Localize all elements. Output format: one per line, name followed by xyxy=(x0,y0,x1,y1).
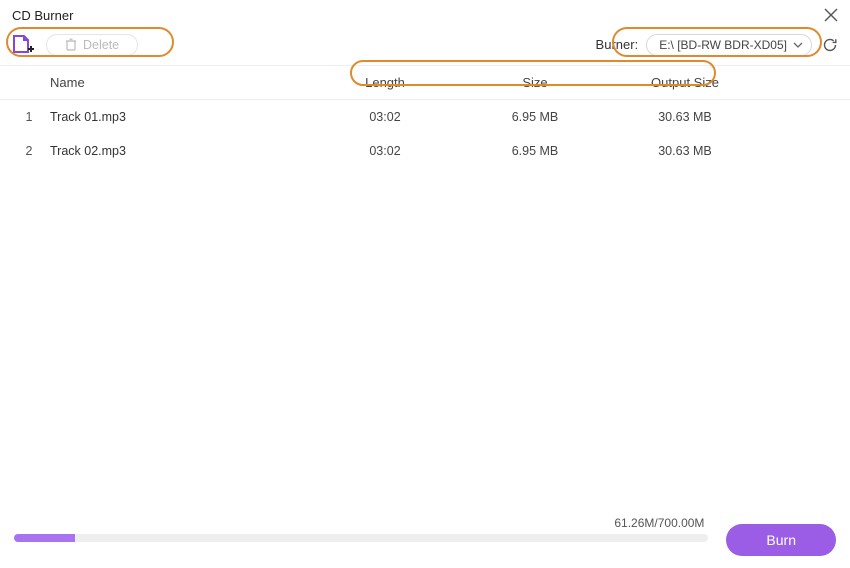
row-size: 6.95 MB xyxy=(460,110,610,124)
row-index: 1 xyxy=(8,110,50,124)
burner-select[interactable]: E:\ [BD-RW BDR-XD05] xyxy=(646,34,812,56)
header-length: Length xyxy=(310,75,460,90)
delete-button[interactable]: Delete xyxy=(46,34,138,56)
capacity-bar-fill xyxy=(14,534,75,542)
delete-label: Delete xyxy=(83,38,119,52)
toolbar: Delete Burner: E:\ [BD-RW BDR-XD05] xyxy=(0,28,850,66)
close-button[interactable] xyxy=(822,6,840,24)
add-file-button[interactable] xyxy=(10,33,36,57)
header-output-size: Output Size xyxy=(610,75,760,90)
track-list: 1Track 01.mp303:026.95 MB30.63 MB2Track … xyxy=(0,100,850,168)
table-header: Name Length Size Output Size xyxy=(0,66,850,100)
row-length: 03:02 xyxy=(310,110,460,124)
capacity-bar xyxy=(14,534,708,542)
burner-selected-value: E:\ [BD-RW BDR-XD05] xyxy=(659,38,787,52)
table-row[interactable]: 1Track 01.mp303:026.95 MB30.63 MB xyxy=(0,100,850,134)
burn-button[interactable]: Burn xyxy=(726,524,836,556)
header-name: Name xyxy=(50,75,310,90)
refresh-icon xyxy=(822,37,838,53)
row-name: Track 01.mp3 xyxy=(50,110,310,124)
row-size: 6.95 MB xyxy=(460,144,610,158)
footer: 61.26M/700.00M Burn xyxy=(0,524,850,556)
window-title: CD Burner xyxy=(12,8,73,23)
refresh-button[interactable] xyxy=(820,35,840,55)
titlebar: CD Burner xyxy=(0,0,850,28)
burner-label: Burner: xyxy=(596,37,639,52)
capacity-text: 61.26M/700.00M xyxy=(614,516,704,530)
add-file-icon xyxy=(11,34,35,56)
row-length: 03:02 xyxy=(310,144,460,158)
row-index: 2 xyxy=(8,144,50,158)
close-icon xyxy=(824,8,838,22)
chevron-down-icon xyxy=(793,40,803,50)
table-row[interactable]: 2Track 02.mp303:026.95 MB30.63 MB xyxy=(0,134,850,168)
row-name: Track 02.mp3 xyxy=(50,144,310,158)
trash-icon xyxy=(65,38,77,51)
row-output-size: 30.63 MB xyxy=(610,110,760,124)
row-output-size: 30.63 MB xyxy=(610,144,760,158)
header-size: Size xyxy=(460,75,610,90)
